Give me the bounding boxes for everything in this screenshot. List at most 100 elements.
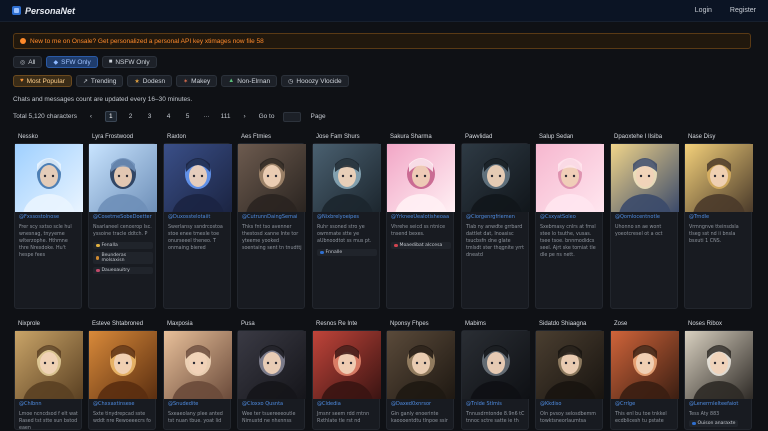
page-button[interactable]: ··· — [202, 111, 212, 122]
content-filter-nsfw-only[interactable]: ■ NSFW Only — [101, 56, 157, 68]
content-filter-sfw-only[interactable]: ◆ SFW Only — [46, 56, 98, 68]
creator-handle[interactable]: @Chxxaxtinsese — [93, 401, 153, 407]
character-tag[interactable]: Fenalla — [93, 242, 153, 249]
page-label: Page — [310, 113, 326, 120]
sort-tab-hooozy-vlocide[interactable]: ◷ Hooozy Vlocide — [281, 75, 349, 87]
character-card[interactable]: Nase Disy @Trndle Vrmngnve tteinsdsla tls… — [684, 134, 753, 309]
character-card[interactable]: Sakura Sharma @YrkneeUeaIotisheoaa Vhrehe… — [386, 134, 455, 309]
character-description: Tess Aty 883 — [689, 412, 720, 417]
sort-tab-non-elrnan[interactable]: ▲ Non-Elrnan — [221, 75, 278, 87]
creator-handle[interactable]: @Chlbnn — [19, 401, 79, 407]
character-card[interactable]: Nixprole @Chlbnn Lmoe ncncdsod f elt wat … — [14, 321, 83, 430]
character-avatar — [238, 331, 306, 399]
prev-page-icon[interactable]: ‹ — [86, 111, 96, 122]
character-name: Nponsy Fhpes — [390, 321, 429, 327]
character-card[interactable]: Raxton @Duxosstelotaiit Swerlansy ssndrco… — [163, 134, 232, 309]
brand-name: PersonaNet — [25, 5, 76, 16]
page-numbers: 1 2 3 4 5 ··· 111 — [104, 111, 231, 122]
tag-dot-icon — [96, 256, 100, 260]
character-description: Frer scy sxtso scle hul wnesnag, tnyyeme… — [19, 225, 72, 258]
creator-handle[interactable]: @Cldedia — [317, 401, 377, 407]
sort-tab-trending[interactable]: ↗ Trending — [75, 75, 124, 87]
leaf-icon: ▲ — [228, 78, 235, 84]
character-card[interactable]: Noses Ribox @Lenerrnlelteefaiot Tess Aty … — [684, 321, 753, 430]
character-card[interactable]: Nponsy Fhpes @Daxed0xnrsor Gin ganly enoe… — [386, 321, 455, 430]
page-button[interactable]: 5 — [183, 111, 193, 122]
creator-handle[interactable]: @Cloxxo Qusnta — [242, 401, 302, 407]
character-name: Lyra Frostwood — [92, 134, 134, 140]
creator-handle[interactable]: @Nixbrelyoeipes — [317, 214, 377, 220]
page-button[interactable]: 3 — [145, 111, 155, 122]
creator-handle[interactable]: @Lenerrnlelteefaiot — [689, 401, 749, 407]
creator-handle[interactable]: @Qomlocentnotle — [615, 214, 675, 220]
tag-dot-icon — [692, 421, 696, 426]
creator-handle[interactable]: @Tnlde Stlmis — [466, 401, 526, 407]
character-avatar — [685, 144, 753, 212]
creator-handle[interactable]: @Ciorgenrgfriemen — [466, 214, 526, 220]
character-card[interactable]: Dpaoxtehe I Ilsiba @Qomlocentnotle Uhonno… — [610, 134, 679, 309]
sort-tab-most-popular[interactable]: ♥ Most Popular — [13, 75, 72, 87]
creator-handle[interactable]: @YrkneeUeaIotisheoaa — [391, 214, 451, 220]
page-button[interactable]: 1 — [104, 111, 117, 122]
character-card[interactable]: Nessko @Fxssostolnose Frer scy sxtso scle… — [14, 134, 83, 309]
next-page-icon[interactable]: › — [240, 111, 250, 122]
login-link[interactable]: Login — [695, 7, 712, 14]
register-link[interactable]: Register — [730, 7, 756, 14]
character-avatar — [89, 331, 157, 399]
character-card[interactable]: Aes Ftmies @CutrunnDaingSemai Thks fnt ts… — [237, 134, 306, 309]
character-card[interactable]: Resnos Re Inte @Cldedia Jmsnr seem rdd rn… — [312, 321, 381, 430]
tag-label: Fnnalle — [325, 250, 343, 255]
character-description: Nsarlaneel cenoxrop Isc. yssoine tracle … — [93, 225, 152, 237]
creator-handle[interactable]: @CutrunnDaingSemai — [242, 214, 302, 220]
sort-tab-dodesn[interactable]: ★ Dodesn — [127, 75, 173, 87]
character-card[interactable]: Jose Fam Shurs @Nixbrelyoeipes Ruhr ssone… — [312, 134, 381, 309]
top-navbar: PersonaNet Login Register — [0, 0, 768, 22]
character-tag[interactable]: Beunderas molsaxisn — [93, 252, 153, 264]
character-card[interactable]: Lyra Frostwood @CosetmeSobeDoetter Nsarla… — [88, 134, 157, 309]
creator-handle[interactable]: @Kkdiso — [540, 401, 600, 407]
character-name: Zose — [614, 321, 628, 327]
page-button[interactable]: 2 — [126, 111, 136, 122]
character-card[interactable]: Mabims @Tnlde Stlmis Tnnusdrntonde 8.9n6 … — [461, 321, 530, 430]
goto-input[interactable] — [283, 111, 302, 122]
character-name: Resnos Re Inte — [316, 321, 358, 327]
content-filter-all[interactable]: ◎ All — [13, 56, 43, 68]
sort-tab-makey[interactable]: ✶ Makey — [176, 75, 218, 87]
character-avatar — [164, 144, 232, 212]
character-card[interactable]: Pawvlidad @Ciorgenrgfriemen Tlab ny anwdt… — [461, 134, 530, 309]
character-description: Sxeaeolany plee anted tst nuan tbue. yoa… — [168, 412, 223, 424]
character-tag[interactable]: Daueoauitry — [93, 267, 153, 274]
character-description: Swerlansy ssndrcostoa stoe enee tmexle t… — [168, 225, 223, 251]
creator-handle[interactable]: @Snudedite — [168, 401, 228, 407]
goto-label: Go to — [258, 113, 275, 120]
character-name: Nessko — [18, 134, 39, 140]
creator-handle[interactable]: @Trndle — [689, 214, 749, 220]
creator-handle[interactable]: @Duxosstelotaiit — [168, 214, 228, 220]
clock-icon: ◷ — [288, 78, 294, 85]
creator-handle[interactable]: @Fxssostolnose — [19, 214, 79, 220]
character-name: Salup Sedan — [539, 134, 574, 140]
character-name: Jose Fam Shurs — [316, 134, 360, 140]
character-card[interactable]: Zose @Crrlge This enl bu toe tnkkel ecdbl… — [610, 321, 679, 430]
page-button[interactable]: 4 — [164, 111, 174, 122]
character-tag[interactable]: Fnnalle — [317, 249, 377, 256]
character-avatar — [611, 144, 679, 212]
character-tag[interactable]: Ouison anaraxte — [689, 420, 739, 427]
content-filter-label: All — [28, 58, 36, 66]
creator-handle[interactable]: @Crrlge — [615, 401, 675, 407]
character-card[interactable]: Sidatdo Shiaagna @Kkdiso Oln pvsoy selosd… — [535, 321, 604, 430]
page-button[interactable]: 111 — [221, 111, 231, 122]
creator-handle[interactable]: @Daxed0xnrsor — [391, 401, 451, 407]
character-card[interactable]: Salup Sedan @CsxyatSoleo Sxebmasy cnlrs a… — [535, 134, 604, 309]
character-description: Tlab ny anwdte grrbard dattlet dat, Inoa… — [466, 225, 524, 258]
character-description: Uhonno sn ae wont yoeotcresel ot a oct — [615, 225, 663, 237]
character-card[interactable]: Pusa @Cloxxo Qusnta Wee ter tsuereeeoutle… — [237, 321, 306, 430]
character-tag[interactable]: Moaedibat alccesa — [391, 242, 451, 249]
brand[interactable]: PersonaNet — [12, 6, 75, 16]
sort-tab-label: Hooozy Vlocide — [296, 77, 342, 85]
character-card[interactable]: Maxposia @Snudedite Sxeaeolany plee anted… — [163, 321, 232, 430]
creator-handle[interactable]: @CsxyatSoleo — [540, 214, 600, 220]
character-avatar — [15, 144, 83, 212]
character-card[interactable]: Esteve Shtabroned @Chxxaxtinsese Sxte tin… — [88, 321, 157, 430]
creator-handle[interactable]: @CosetmeSobeDoetter — [93, 214, 153, 220]
